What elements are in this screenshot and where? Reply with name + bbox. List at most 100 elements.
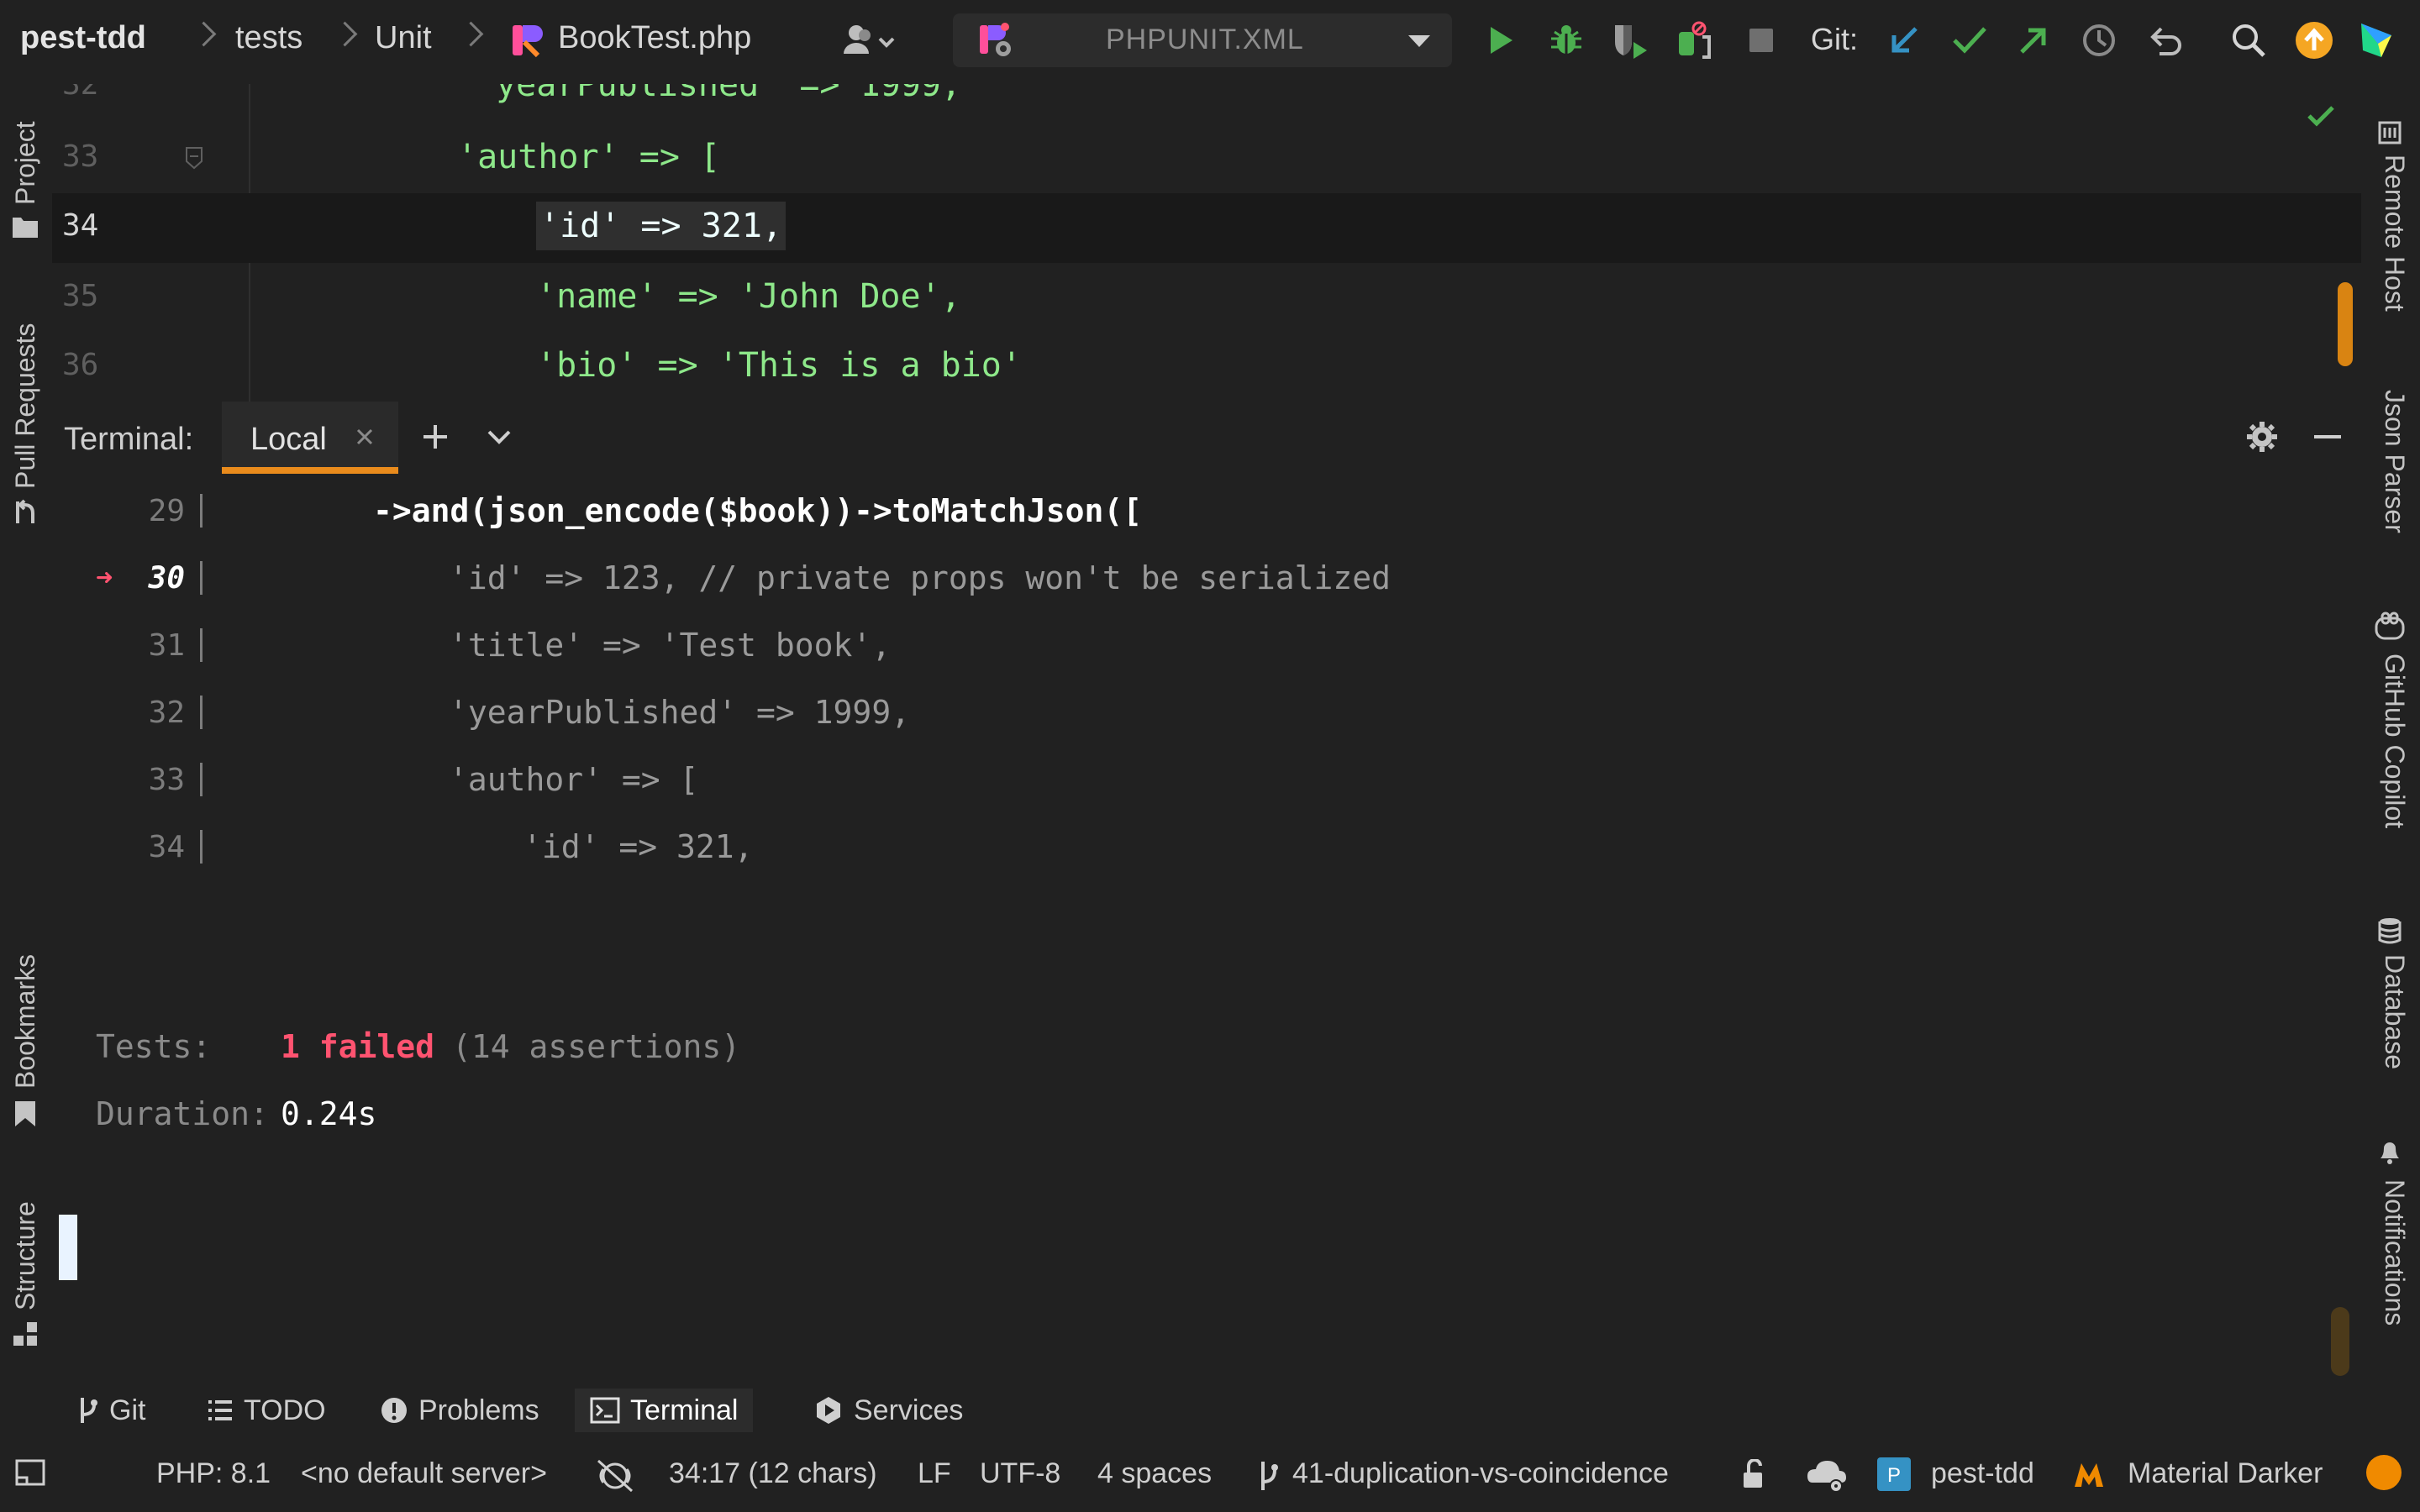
tool-notifications[interactable]: Notifications [2379,1179,2410,1326]
selection-highlight: 'id' => 321, [536,202,786,250]
run-configuration-selector[interactable]: PHPUNIT.XML [953,13,1452,67]
tool-project[interactable]: Project [10,121,41,205]
tool-bookmarks[interactable]: Bookmarks [10,954,41,1089]
terminal-scrollbar-thumb[interactable] [2331,1307,2349,1376]
terminal-tab-label: Local [250,422,327,457]
project-badge-letter: P [1887,1464,1901,1487]
gutter-bar [200,494,203,528]
tooltab-label: Terminal [630,1394,739,1426]
gutter-bar [200,763,203,796]
git-branch-name[interactable]: 41-duplication-vs-coincidence [1292,1457,1669,1490]
breadcrumb-item-tests[interactable]: tests [235,20,302,56]
file-encoding[interactable]: UTF-8 [980,1457,1060,1490]
new-tab-plus-icon[interactable] [413,415,457,459]
dropdown-caret-icon [1408,35,1430,47]
git-branch-icon [81,1398,97,1423]
run-icon[interactable] [1479,18,1523,62]
tooltab-label: Problems [418,1394,539,1426]
copilot-status-icon[interactable] [1803,1452,1850,1499]
close-icon[interactable] [346,418,383,455]
history-icon[interactable] [2077,18,2121,62]
attach-debugger-icon[interactable] [1672,18,1716,62]
editor-line-current: 34 'id' => 321, [52,193,2361,263]
gear-icon[interactable] [2240,415,2284,459]
code-editor[interactable]: 32 'yearPublished' => 1999, 33 'author' … [52,84,2361,402]
indentation[interactable]: 4 spaces [1097,1457,1212,1490]
line-number: 34 [62,208,99,243]
tooltab-todo[interactable]: TODO [207,1389,326,1432]
tooltab-git[interactable]: Git [77,1389,145,1432]
tests-failed-count: 1 failed [281,1028,435,1065]
editor-line: 32 'yearPublished' => 1999, [52,84,2361,122]
chevron-down-icon[interactable] [477,415,521,459]
terminal-code-line: ->and(json_encode($book))->toMatchJson([ [373,492,1143,529]
terminal-tab-local[interactable]: Local [222,402,398,474]
tool-pull-requests[interactable]: Pull Requests [10,323,41,489]
caret-position[interactable]: 34:17 (12 chars) [669,1457,877,1490]
editor-line: 33 'author' => [ [52,124,2361,194]
breadcrumb-item-file[interactable]: BookTest.php [558,20,751,56]
breadcrumb-item-unit[interactable]: Unit [375,20,432,56]
theme-name[interactable]: Material Darker [2128,1457,2323,1490]
folder-icon [5,210,45,244]
line-number: 29 [148,494,185,528]
update-available-icon[interactable] [2292,18,2336,62]
bell-icon [2373,1134,2407,1168]
search-icon[interactable] [2227,18,2270,62]
active-tab-indicator [222,467,398,474]
php-version[interactable]: PHP: 8.1 [156,1457,271,1490]
status-bar: PHP: 8.1 <no default server> 34:17 (12 c… [0,1439,2420,1512]
toggle-panels-icon[interactable] [12,1454,49,1491]
chevron-right-icon [191,21,217,47]
duration-label: Duration: [96,1095,269,1132]
tooltab-services[interactable]: Services [813,1389,963,1432]
terminal-code-line: 'author' => [ [449,761,699,798]
run-with-coverage-icon[interactable] [1608,18,1652,62]
line-number: 34 [148,830,185,864]
tooltab-terminal[interactable]: Terminal [575,1389,754,1432]
tool-github-copilot[interactable]: GitHub Copilot [2379,654,2410,828]
gutter-bar [200,696,203,729]
gutter-bar [200,561,203,595]
line-code: 'bio' => 'This is a bio' [536,346,1022,385]
lock-open-icon[interactable] [1734,1456,1771,1493]
tool-structure[interactable]: Structure [10,1201,41,1310]
chevron-right-icon [458,21,484,47]
chevron-right-icon [332,21,358,47]
git-push-icon[interactable] [2012,18,2055,62]
line-number: 32 [62,84,99,102]
deployment-server[interactable]: <no default server> [301,1457,547,1490]
tool-database[interactable]: Database [2379,954,2410,1069]
debug-icon[interactable] [1544,18,1588,62]
gutter-bar [200,830,203,864]
gutter-bar [200,628,203,662]
material-theme-icon [2070,1456,2107,1493]
pull-requests-icon [5,496,45,529]
terminal-icon [590,1397,620,1424]
terminal-code-line: 'id' => 123, // private props won't be s… [449,559,1392,596]
inspection-ok-icon[interactable] [2304,99,2338,133]
terminal-output[interactable]: 29 ->and(json_encode($book))->toMatchJso… [52,474,2361,1382]
tests-assertions: (14 assertions) [452,1028,741,1065]
project-name[interactable]: pest-tdd [1931,1457,2034,1490]
editor-scrollbar-thumb[interactable] [2338,282,2353,366]
tooltab-label: Git [109,1394,146,1426]
stop-icon[interactable] [1739,18,1783,62]
git-commit-icon[interactable] [1948,18,1991,62]
no-inspections-icon[interactable] [593,1454,637,1498]
user-switch-icon[interactable] [837,18,904,62]
git-update-icon[interactable] [1882,18,1926,62]
tool-remote-host[interactable]: Remote Host [2379,155,2410,312]
rollback-icon[interactable] [2144,18,2188,62]
line-separator[interactable]: LF [918,1457,951,1490]
line-number: 36 [62,348,99,382]
tooltab-problems[interactable]: Problems [380,1389,539,1432]
tool-json-parser[interactable]: Json Parser [2379,390,2410,533]
notification-dot[interactable] [2366,1455,2402,1490]
failure-arrow-icon: ➜ [96,561,113,595]
minimize-icon[interactable] [2306,415,2349,459]
jetbrains-logo-icon[interactable] [2354,18,2398,62]
breadcrumb-project[interactable]: pest-tdd [20,20,146,56]
line-code-selected: 'id' => 321, [536,202,786,250]
fold-marker-icon[interactable] [182,141,207,175]
